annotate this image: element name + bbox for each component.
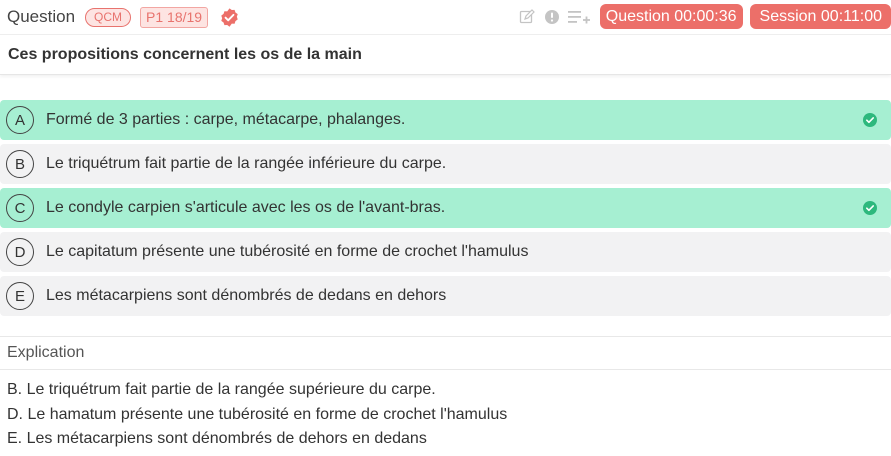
answer-letter: A [6,106,34,134]
source-badge: P1 18/19 [140,6,209,28]
explication-line: B. Le triquétrum fait partie de la rangé… [7,381,436,398]
report-icon[interactable] [542,7,562,27]
explication-body: B. Le triquétrum fait partie de la rangé… [7,378,887,452]
verified-badge-icon [219,7,240,28]
question-type-badge: QCM [85,7,132,27]
answer-letter: E [6,282,34,310]
question-text: Ces propositions concernent les os de la… [8,45,362,63]
answer-letter: B [6,150,34,178]
answer-letter: D [6,238,34,266]
explication-header: Explication [0,336,891,370]
header-actions: Question 00:00:36 Session 00:11:00 [517,4,891,29]
explication-line: E. Les métacarpiens sont dénombrés de de… [7,430,427,447]
answer-text: Formé de 3 parties : carpe, métacarpe, p… [46,111,406,128]
check-circle-icon [863,201,877,215]
header-title: Question [7,7,76,26]
answer-option-c[interactable]: C Le condyle carpien s'articule avec les… [0,188,891,228]
answer-text: Les métacarpiens sont dénombrés de dedan… [46,287,447,304]
explication-line: D. Le hamatum présente une tubérosité en… [7,405,508,423]
answer-text: Le capitatum présente une tubérosité en … [46,243,529,260]
answer-option-a[interactable]: A Formé de 3 parties : carpe, métacarpe,… [0,100,891,140]
answer-option-e[interactable]: E Les métacarpiens sont dénombrés de ded… [0,276,891,316]
add-to-playlist-icon[interactable] [567,7,591,27]
answer-option-b[interactable]: B Le triquétrum fait partie de la rangée… [0,144,891,184]
edit-icon[interactable] [517,7,537,27]
answer-text: Le triquétrum fait partie de la rangée i… [46,155,447,172]
question-header: Question QCM P1 18/19 Question 00:00:36 … [0,0,891,34]
question-timer: Question 00:00:36 [599,4,743,29]
answer-option-d[interactable]: D Le capitatum présente une tubérosité e… [0,232,891,272]
explication-title: Explication [7,344,85,361]
session-timer: Session 00:11:00 [749,4,891,29]
answer-text: Le condyle carpien s'articule avec les o… [46,199,446,216]
question-statement: Ces propositions concernent les os de la… [0,34,891,75]
check-circle-icon [863,113,877,127]
answer-letter: C [6,194,34,222]
